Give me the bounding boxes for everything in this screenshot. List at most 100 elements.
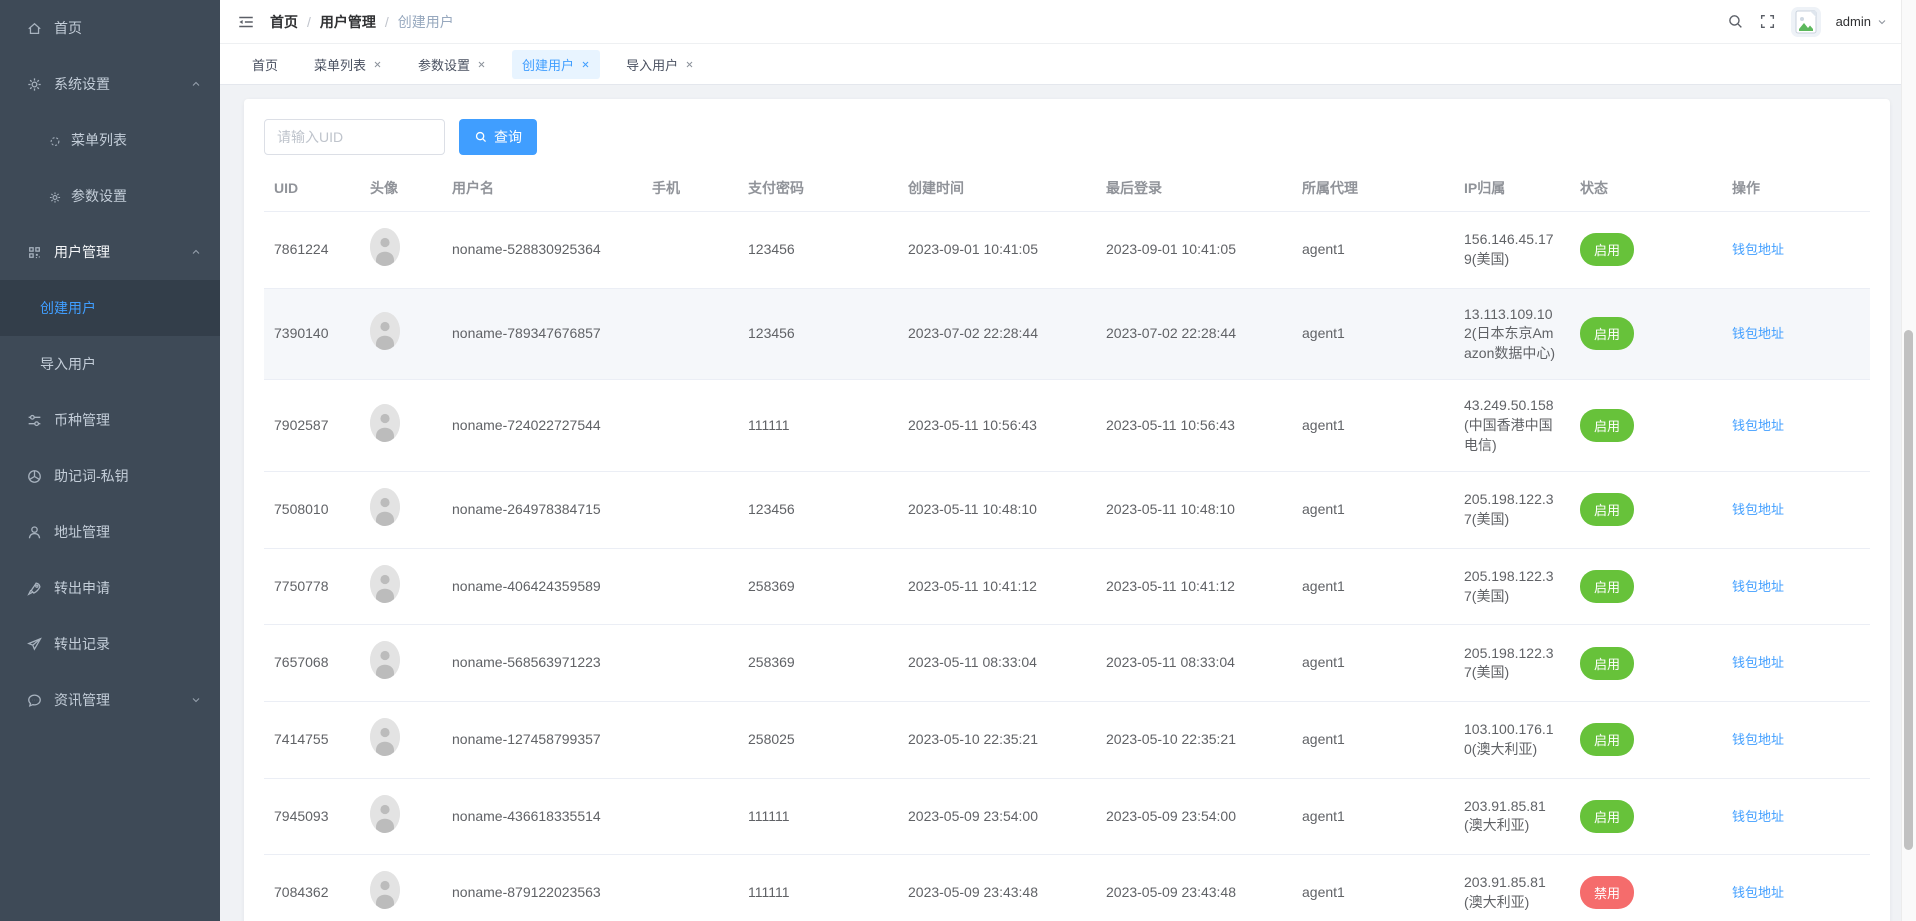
cell-agent: agent1 <box>1292 548 1454 625</box>
column-header: 状态 <box>1570 165 1722 212</box>
sidebar-item-import-user[interactable]: 导入用户 <box>0 336 220 392</box>
content: 查询 UID头像用户名手机支付密码创建时间最后登录所属代理IP归属状态操作 78… <box>220 85 1916 921</box>
wallet-address-link[interactable]: 钱包地址 <box>1732 242 1784 257</box>
sidebar-item-system-settings[interactable]: 系统设置 <box>0 56 220 112</box>
cell-pay_password: 111111 <box>738 778 898 855</box>
sidebar-item-coin-management[interactable]: 币种管理 <box>0 392 220 448</box>
column-header: 支付密码 <box>738 165 898 212</box>
column-header: UID <box>264 165 360 212</box>
breadcrumb-item-home[interactable]: 首页 <box>270 12 298 32</box>
cell-uid: 7861224 <box>264 212 360 289</box>
cell-pay_password: 258025 <box>738 701 898 778</box>
tab-menu-list[interactable]: 菜单列表 <box>304 50 392 79</box>
status-toggle[interactable]: 启用 <box>1580 317 1634 350</box>
table-row: 7508010noname-2649783847151234562023-05-… <box>264 472 1870 549</box>
cell-status: 启用 <box>1570 625 1722 702</box>
close-icon[interactable] <box>477 60 486 69</box>
query-button[interactable]: 查询 <box>459 119 537 155</box>
wallet-address-link[interactable]: 钱包地址 <box>1732 326 1784 341</box>
sidebar-item-create-user[interactable]: 创建用户 <box>0 280 220 336</box>
cell-action: 钱包地址 <box>1722 625 1870 702</box>
username: admin <box>1836 14 1871 29</box>
close-icon[interactable] <box>685 60 694 69</box>
cell-username: noname-724022727544 <box>442 380 642 472</box>
cell-pay_password: 258369 <box>738 625 898 702</box>
wallet-address-link[interactable]: 钱包地址 <box>1732 579 1784 594</box>
column-header: 用户名 <box>442 165 642 212</box>
avatar-placeholder-icon <box>370 312 400 350</box>
wallet-address-link[interactable]: 钱包地址 <box>1732 418 1784 433</box>
cell-action: 钱包地址 <box>1722 288 1870 380</box>
fullscreen-icon[interactable] <box>1759 13 1776 30</box>
status-toggle[interactable]: 启用 <box>1580 723 1634 756</box>
cell-status: 启用 <box>1570 288 1722 380</box>
cell-username: noname-789347676857 <box>442 288 642 380</box>
sidebar-item-news-management[interactable]: 资讯管理 <box>0 672 220 728</box>
avatar-placeholder-icon <box>370 488 400 526</box>
sidebar-item-label: 转出申请 <box>54 578 110 598</box>
cell-created_at: 2023-05-10 22:35:21 <box>898 701 1096 778</box>
tab-param-settings[interactable]: 参数设置 <box>408 50 496 79</box>
cell-status: 启用 <box>1570 380 1722 472</box>
wallet-address-link[interactable]: 钱包地址 <box>1732 502 1784 517</box>
main-area: 首页 / 用户管理 / 创建用户 admin <box>220 0 1916 921</box>
uid-search-input[interactable] <box>264 119 445 155</box>
cell-agent: agent1 <box>1292 288 1454 380</box>
cell-ip_location: 103.100.176.10(澳大利亚) <box>1454 701 1570 778</box>
caret-down-icon <box>1876 16 1888 28</box>
cell-created_at: 2023-05-09 23:43:48 <box>898 855 1096 921</box>
table-row: 7945093noname-4366183355141111112023-05-… <box>264 778 1870 855</box>
search-icon[interactable] <box>1727 13 1744 30</box>
breadcrumb-item-user-management[interactable]: 用户管理 <box>320 12 376 32</box>
cell-avatar <box>360 472 442 549</box>
cell-last_login: 2023-05-11 10:56:43 <box>1096 380 1292 472</box>
cell-agent: agent1 <box>1292 380 1454 472</box>
tab-import-user[interactable]: 导入用户 <box>616 50 704 79</box>
status-toggle[interactable]: 启用 <box>1580 647 1634 680</box>
sidebar-item-transfer-request[interactable]: 转出申请 <box>0 560 220 616</box>
close-icon[interactable] <box>373 60 382 69</box>
search-toolbar: 查询 <box>264 119 1870 155</box>
status-toggle[interactable]: 启用 <box>1580 233 1634 266</box>
cell-username: noname-568563971223 <box>442 625 642 702</box>
cell-uid: 7508010 <box>264 472 360 549</box>
column-header: 头像 <box>360 165 442 212</box>
sidebar-item-address-management[interactable]: 地址管理 <box>0 504 220 560</box>
status-toggle[interactable]: 启用 <box>1580 409 1634 442</box>
wallet-address-link[interactable]: 钱包地址 <box>1732 809 1784 824</box>
cell-created_at: 2023-05-11 08:33:04 <box>898 625 1096 702</box>
wallet-address-link[interactable]: 钱包地址 <box>1732 885 1784 900</box>
cell-ip_location: 43.249.50.158(中国香港中国电信) <box>1454 380 1570 472</box>
cell-action: 钱包地址 <box>1722 778 1870 855</box>
tab-create-user[interactable]: 创建用户 <box>512 50 600 79</box>
column-header: IP归属 <box>1454 165 1570 212</box>
cell-last_login: 2023-05-11 10:41:12 <box>1096 548 1292 625</box>
tab-home[interactable]: 首页 <box>242 50 288 79</box>
sidebar-item-param-settings[interactable]: 参数设置 <box>0 168 220 224</box>
sidebar-item-transfer-records[interactable]: 转出记录 <box>0 616 220 672</box>
sidebar-item-home[interactable]: 首页 <box>0 0 220 56</box>
wallet-address-link[interactable]: 钱包地址 <box>1732 655 1784 670</box>
avatar-placeholder-icon <box>370 228 400 266</box>
status-toggle[interactable]: 禁用 <box>1580 876 1634 909</box>
close-icon[interactable] <box>581 60 590 69</box>
scrollbar-thumb[interactable] <box>1904 330 1913 850</box>
sidebar-item-label: 参数设置 <box>71 186 127 206</box>
cell-ip_location: 203.91.85.81(澳大利亚) <box>1454 855 1570 921</box>
cell-uid: 7390140 <box>264 288 360 380</box>
avatar[interactable] <box>1791 7 1821 37</box>
sidebar-item-user-management[interactable]: 用户管理 <box>0 224 220 280</box>
status-toggle[interactable]: 启用 <box>1580 493 1634 526</box>
wallet-address-link[interactable]: 钱包地址 <box>1732 732 1784 747</box>
cell-pay_password: 111111 <box>738 855 898 921</box>
scrollbar[interactable] <box>1901 0 1916 921</box>
table-body: 7861224noname-5288309253641234562023-09-… <box>264 212 1870 921</box>
status-toggle[interactable]: 启用 <box>1580 800 1634 833</box>
sidebar-item-menu-list[interactable]: 菜单列表 <box>0 112 220 168</box>
sidebar-item-mnemonic-private-key[interactable]: 助记词-私钥 <box>0 448 220 504</box>
breadcrumb-item-current: 创建用户 <box>398 12 454 32</box>
hamburger-icon[interactable] <box>220 13 270 31</box>
cell-status: 禁用 <box>1570 855 1722 921</box>
status-toggle[interactable]: 启用 <box>1580 570 1634 603</box>
user-dropdown[interactable]: admin <box>1836 14 1888 29</box>
